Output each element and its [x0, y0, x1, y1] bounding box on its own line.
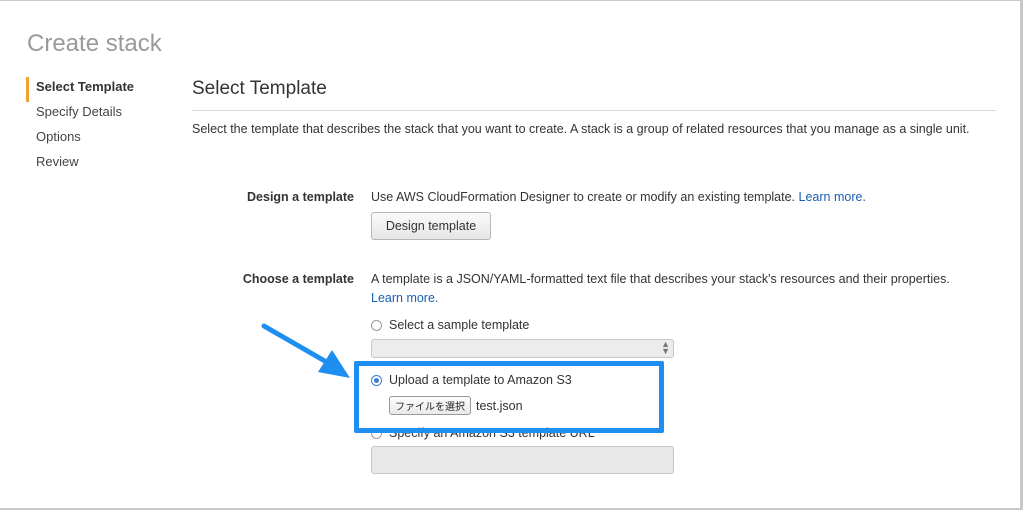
choose-template-label: Choose a template [242, 272, 354, 286]
sample-template-radio[interactable] [371, 319, 382, 331]
annotation-arrow-icon [261, 323, 350, 378]
page-title: Create stack [27, 30, 162, 57]
highlight-box [354, 361, 664, 433]
choose-learn-more-link[interactable]: Learn more. [371, 291, 991, 305]
wizard-step-specify-details[interactable]: Specify Details [26, 102, 166, 127]
wizard-step-options[interactable]: Options [26, 127, 166, 152]
divider [192, 110, 996, 111]
section-title: Select Template [192, 78, 327, 99]
wizard-nav: Select Template Specify Details Options … [26, 77, 166, 177]
sample-template-label: Select a sample template [389, 318, 530, 332]
design-template-label: Design a template [247, 190, 354, 204]
design-template-text: Use AWS CloudFormation Designer to creat… [371, 190, 796, 204]
s3-url-input[interactable] [371, 446, 674, 474]
design-template-button[interactable]: Design template [371, 212, 491, 240]
choose-template-description: A template is a JSON/YAML-formatted text… [371, 272, 991, 305]
select-updown-icon: ▲ ▼ [661, 339, 670, 356]
sample-template-option[interactable]: Select a sample template [371, 318, 529, 332]
design-learn-more-link[interactable]: Learn more. [799, 190, 866, 204]
sample-template-select[interactable]: ▲ ▼ [371, 339, 674, 358]
wizard-step-select-template[interactable]: Select Template [26, 77, 166, 102]
design-template-description: Use AWS CloudFormation Designer to creat… [371, 190, 866, 204]
wizard-step-review[interactable]: Review [26, 152, 166, 177]
choose-template-text: A template is a JSON/YAML-formatted text… [371, 272, 950, 286]
intro-text: Select the template that describes the s… [192, 122, 970, 136]
